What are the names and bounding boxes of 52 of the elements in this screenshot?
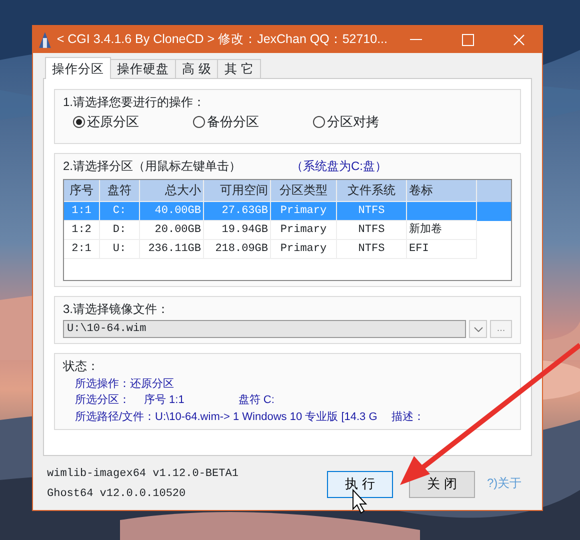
table-row[interactable]: 2:1 U: 236.11GB 218.09GB Primary NTFS EFI xyxy=(64,240,511,259)
status-text: 盘符 C: xyxy=(238,393,274,408)
table-cell: 1:1 xyxy=(64,202,100,221)
status-text: 所选路径/文件：U:\10-64.wim-> 1 Windows 10 专业版 [14.3 G xyxy=(75,410,378,424)
tab[interactable]: 操作分区 xyxy=(45,57,111,80)
table-cell: 218.09GB xyxy=(204,240,271,259)
close-icon[interactable] xyxy=(513,34,526,46)
table-cell: U: xyxy=(100,240,140,259)
radio-option[interactable]: 备份分区 xyxy=(193,114,313,131)
table-cell: 新加卷 xyxy=(407,220,477,240)
table-cell: 236.11GB xyxy=(140,240,204,259)
status-text: 描述： xyxy=(391,410,424,424)
maximize-icon[interactable] xyxy=(462,34,474,46)
table-cell: C: xyxy=(100,202,140,221)
group-label: 3.请选择镜像文件： xyxy=(63,302,170,318)
mouse-pointer-icon xyxy=(352,488,368,514)
table-cell: Primary xyxy=(271,202,337,221)
group-label: 1.请选择您要进行的操作： xyxy=(63,95,206,111)
table-cell: Primary xyxy=(271,240,337,259)
version-text: Ghost64 v12.0.0.10520 xyxy=(47,487,187,502)
table-cell: 27.63GB xyxy=(204,202,271,221)
table-cell: 40.00GB xyxy=(140,202,204,221)
table-cell: D: xyxy=(100,220,140,240)
table-cell: 19.94GB xyxy=(204,220,271,240)
app-icon xyxy=(39,32,51,48)
tab[interactable]: 操作硬盘 xyxy=(110,59,176,78)
table-row[interactable]: 1:2 D: 20.00GB 19.94GB Primary NTFS 新加卷 xyxy=(64,220,511,240)
table-cell: 1:2 xyxy=(64,220,100,240)
action-button[interactable]: 关 闭 xyxy=(409,470,475,498)
status-text: 所选操作：还原分区 xyxy=(75,377,174,392)
version-text: wimlib-imagex64 v1.12.0-BETA1 xyxy=(47,467,240,482)
chevron-down-icon xyxy=(474,326,482,332)
window-title: < CGI 3.4.1.6 By CloneCD > 修改：JexChan QQ：52710... xyxy=(56,31,388,48)
table-cell: NTFS xyxy=(337,220,407,240)
file-field[interactable]: U:\10-64.wim xyxy=(63,320,466,338)
table-cell: NTFS xyxy=(337,202,407,221)
table-cell: 20.00GB xyxy=(140,220,204,240)
tab[interactable]: 其 它 xyxy=(217,59,261,78)
minimize-icon[interactable] xyxy=(410,38,422,40)
status-text: 所选分区： xyxy=(75,393,130,408)
system-disk-note: （系统盘为C:盘） xyxy=(291,159,388,175)
status-label: 状态： xyxy=(63,359,100,376)
group-label: 2.请选择分区（用鼠标左键单击） xyxy=(63,159,242,175)
table-cell: 2:1 xyxy=(64,240,100,259)
table-cell: NTFS xyxy=(337,240,407,259)
action-button[interactable]: 执 行 xyxy=(327,470,393,498)
table-cell: EFI xyxy=(407,240,477,259)
table-cell: Primary xyxy=(271,220,337,240)
dropdown-button[interactable] xyxy=(469,320,487,338)
radio-option[interactable]: 还原分区 xyxy=(73,114,193,131)
status-text: 序号 1:1 xyxy=(144,393,184,408)
radio-option[interactable]: 分区对拷 xyxy=(313,114,433,131)
